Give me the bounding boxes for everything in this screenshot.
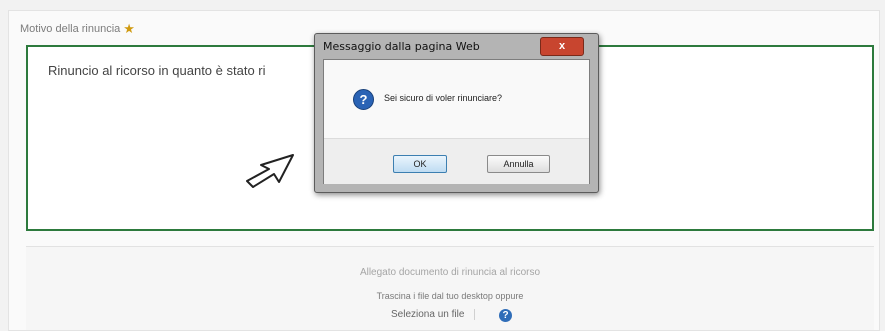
select-file-button[interactable]: Seleziona un file <box>391 309 476 320</box>
attachment-panel: Allegato documento di rinuncia al ricors… <box>26 246 874 330</box>
cursor-icon <box>246 154 294 188</box>
attachment-title: Allegato documento di rinuncia al ricors… <box>359 267 541 278</box>
reason-textarea-value: Rinuncio al ricorso in quanto è stato ri <box>48 63 266 78</box>
question-icon: ? <box>353 89 374 110</box>
ok-button[interactable]: OK <box>393 155 447 173</box>
field-label-text: Motivo della rinuncia <box>20 22 121 35</box>
drag-drop-hint: Trascina i file dal tuo desktop oppure <box>376 291 524 301</box>
dialog-title: Messaggio dalla pagina Web <box>323 40 480 53</box>
help-icon[interactable]: ? <box>499 309 512 322</box>
confirm-dialog: Messaggio dalla pagina Web x ? Sei sicur… <box>314 33 599 193</box>
dialog-body: ? Sei sicuro di voler rinunciare? OK Ann… <box>323 59 590 184</box>
field-label: Motivo della rinuncia ★ <box>20 22 135 35</box>
cancel-button[interactable]: Annulla <box>487 155 550 173</box>
star-icon: ★ <box>123 21 135 36</box>
dialog-message: Sei sicuro di voler rinunciare? <box>384 93 503 103</box>
close-button[interactable]: x <box>540 37 584 56</box>
dialog-footer: OK Annulla <box>324 138 589 184</box>
